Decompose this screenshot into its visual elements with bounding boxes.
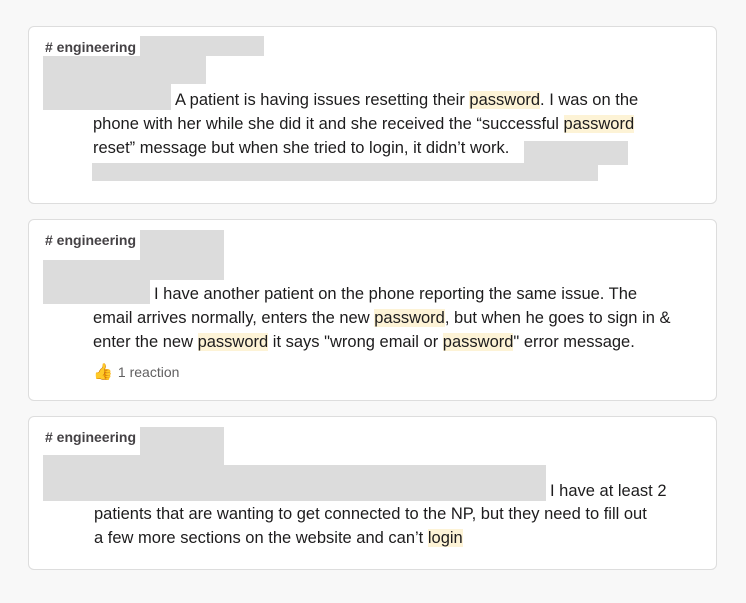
text-segment: enter the new [93, 333, 198, 351]
text-segment: reset” message but when she tried to log… [93, 139, 510, 157]
message-text-line: A patient is having issues resetting the… [175, 88, 638, 112]
text-segment: a few more sections on the website and c… [94, 529, 428, 547]
redacted-block [524, 141, 628, 165]
reaction-count-label: 1 reaction [117, 364, 180, 380]
message-text-line: phone with her while she did it and she … [93, 112, 635, 136]
text-segment: A patient is having issues resetting the… [175, 91, 470, 109]
channel-name[interactable]: # engineering [45, 39, 136, 55]
message-text-line: a few more sections on the website and c… [94, 526, 463, 550]
highlight-term: password [563, 115, 635, 133]
redacted-block [43, 455, 223, 501]
text-segment: I have at least 2 [550, 482, 667, 500]
text-segment: phone with her while she did it and she … [93, 115, 564, 133]
redacted-block [223, 465, 546, 501]
message-text-line: enter the new password it says "wrong em… [93, 330, 635, 354]
highlight-term: password [469, 91, 541, 109]
channel-name[interactable]: # engineering [45, 232, 136, 248]
message-text-line: reset” message but when she tried to log… [93, 136, 509, 160]
message-text-line: I have at least 2 [550, 479, 667, 503]
highlight-term: login [427, 529, 463, 547]
message-card-2[interactable]: # engineering I have another patient on … [28, 219, 717, 401]
message-text-line: I have another patient on the phone repo… [154, 282, 637, 306]
highlight-term: password [197, 333, 269, 351]
redacted-block [92, 163, 598, 181]
channel-name[interactable]: # engineering [45, 429, 136, 445]
message-text-line: email arrives normally, enters the new p… [93, 306, 671, 330]
text-segment: it says "wrong email or [268, 333, 443, 351]
redacted-block [140, 230, 224, 280]
reaction-badge[interactable]: 👍 1 reaction [93, 362, 179, 382]
message-card-1[interactable]: # engineering A patient is having issues… [28, 26, 717, 204]
highlight-term: password [442, 333, 514, 351]
redacted-block [43, 84, 171, 110]
message-card-3[interactable]: # engineering I have at least 2 patients… [28, 416, 717, 570]
redacted-block [43, 56, 206, 84]
thumbs-up-icon: 👍 [93, 364, 113, 381]
text-segment: I have another patient on the phone repo… [154, 285, 638, 303]
text-segment: patients that are wanting to get connect… [94, 505, 647, 523]
message-text-line: patients that are wanting to get connect… [94, 502, 647, 526]
text-segment: , but when he goes to sign in & [444, 309, 671, 327]
highlight-term: password [374, 309, 445, 327]
text-segment: . I was on the [540, 91, 639, 109]
redacted-block [43, 260, 150, 304]
text-segment: " error message. [513, 333, 635, 351]
text-segment: email arrives normally, enters the new [93, 309, 375, 327]
redacted-block [140, 36, 264, 56]
